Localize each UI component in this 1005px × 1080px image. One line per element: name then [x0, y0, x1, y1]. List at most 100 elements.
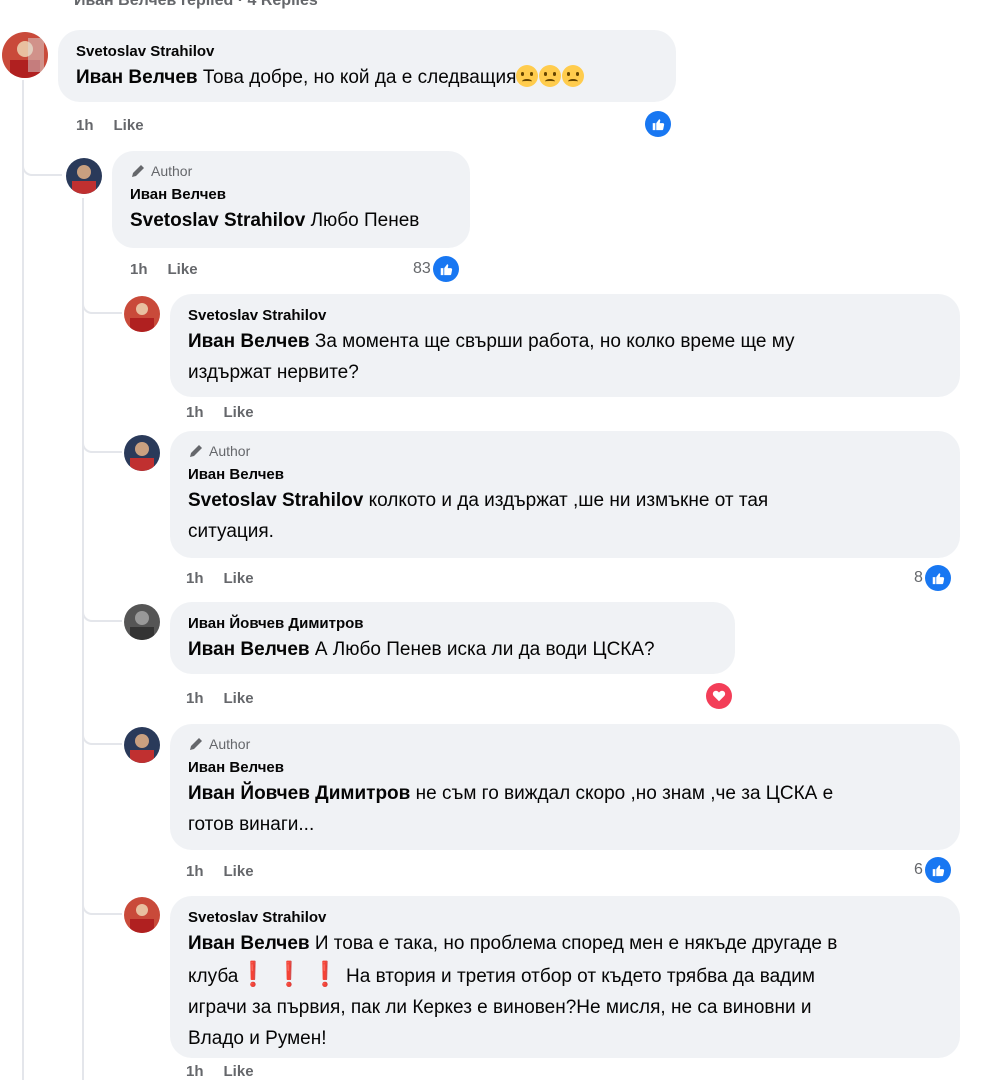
- reaction-summary[interactable]: 8: [914, 565, 951, 591]
- mention-link[interactable]: Иван Велчев: [188, 933, 310, 954]
- like-button[interactable]: Like: [224, 404, 254, 421]
- reaction-summary[interactable]: [706, 683, 732, 709]
- comment-bubble: Svetoslav Strahilov Иван Велчев Това доб…: [58, 30, 676, 102]
- like-button[interactable]: Like: [114, 117, 144, 134]
- comment-author-name[interactable]: Svetoslav Strahilov: [76, 42, 658, 62]
- comment-text-line: клуба❗❗❗На втория и третия отбор от къде…: [188, 959, 942, 992]
- mention-link[interactable]: Svetoslav Strahilov: [188, 490, 363, 511]
- comment-body: За момента ще свърши работа, но колко вр…: [314, 331, 795, 352]
- comment-actions: 1h Like: [186, 404, 254, 421]
- pen-icon: [190, 445, 202, 457]
- comment-body: Това добре, но кой да е следващия: [202, 67, 517, 88]
- comment-bubble: Author Иван Велчев Иван Йовчев Димитров …: [170, 724, 960, 850]
- reaction-count: 83: [413, 260, 431, 277]
- mention-link[interactable]: Иван Велчев: [188, 639, 310, 660]
- comment-timestamp[interactable]: 1h: [186, 570, 204, 587]
- reaction-summary[interactable]: [645, 111, 671, 137]
- reaction-summary[interactable]: 6: [914, 857, 951, 883]
- reaction-summary[interactable]: 83: [413, 256, 459, 282]
- comment-text: Svetoslav Strahilov Любо Пенев: [130, 205, 452, 236]
- comment-author-name[interactable]: Иван Велчев: [188, 465, 942, 485]
- comment-text-fragment: На втория и третия отбор от където трябв…: [346, 966, 815, 987]
- comment-body: не съм го виждал скоро ,но знам ,че за Ц…: [415, 783, 834, 804]
- comment-body: Любо Пенев: [310, 210, 420, 231]
- avatar[interactable]: [124, 727, 160, 763]
- thread-branch: [82, 897, 122, 915]
- thread-branch: [82, 727, 122, 745]
- comment-actions: 1h Like: [76, 117, 144, 134]
- like-button[interactable]: Like: [224, 1063, 254, 1080]
- author-badge: Author: [188, 736, 942, 752]
- comment-text-line: издържат нервите?: [188, 362, 359, 383]
- avatar[interactable]: [124, 435, 160, 471]
- comment-timestamp[interactable]: 1h: [186, 1063, 204, 1080]
- comment-text-line: играчи за първия, пак ли Керкез е винове…: [188, 997, 812, 1018]
- comment-timestamp[interactable]: 1h: [130, 261, 148, 278]
- like-button[interactable]: Like: [224, 690, 254, 707]
- comment-text: Иван Велчев За момента ще свърши работа,…: [188, 326, 942, 357]
- replies-summary[interactable]: Иван Велчев replied · 4 Replies: [74, 0, 318, 10]
- comment-actions: 1h Like: [186, 863, 254, 880]
- reaction-count: 6: [914, 861, 923, 878]
- avatar[interactable]: [124, 604, 160, 640]
- author-badge: Author: [130, 163, 452, 179]
- mention-link[interactable]: Svetoslav Strahilov: [130, 210, 305, 231]
- comment-bubble: Author Иван Велчев Svetoslav Strahilov к…: [170, 431, 960, 558]
- comment-timestamp[interactable]: 1h: [186, 404, 204, 421]
- comment-bubble: Author Иван Велчев Svetoslav Strahilov Л…: [112, 151, 470, 248]
- pen-icon: [190, 738, 202, 750]
- like-reaction-icon: [924, 857, 951, 883]
- avatar[interactable]: [124, 897, 160, 933]
- comment-author-name[interactable]: Иван Йовчев Димитров: [188, 614, 717, 634]
- like-button[interactable]: Like: [224, 863, 254, 880]
- thinking-emoji-icon: [539, 65, 562, 87]
- reaction-count: 8: [914, 569, 923, 586]
- comment-author-name[interactable]: Svetoslav Strahilov: [188, 306, 942, 326]
- like-reaction-icon: [645, 111, 671, 137]
- thinking-emoji-icon: [516, 65, 539, 87]
- author-badge: Author: [188, 443, 942, 459]
- comment-bubble: Svetoslav Strahilov Иван Велчев За момен…: [170, 294, 960, 397]
- thread-branch: [22, 158, 62, 176]
- avatar[interactable]: [124, 296, 160, 332]
- comment-bubble: Иван Йовчев Димитров Иван Велчев А Любо …: [170, 602, 735, 674]
- mention-link[interactable]: Иван Велчев: [76, 67, 198, 88]
- author-badge-label: Author: [209, 736, 251, 752]
- like-reaction-icon: [924, 565, 951, 591]
- comment-author-name[interactable]: Иван Велчев: [130, 185, 452, 205]
- comment-timestamp[interactable]: 1h: [76, 117, 94, 134]
- mention-link[interactable]: Иван Велчев: [188, 331, 310, 352]
- thinking-emoji-icon: [562, 65, 585, 87]
- comment-text-line: ситуация.: [188, 521, 274, 542]
- thread-branch: [82, 435, 122, 453]
- avatar[interactable]: [2, 32, 48, 78]
- avatar[interactable]: [66, 158, 102, 194]
- comment-text: Иван Велчев И това е така, но проблема с…: [188, 928, 942, 959]
- comment-text: Иван Велчев А Любо Пенев иска ли да води…: [188, 634, 717, 665]
- exclamation-emoji-icon: ❗❗❗: [238, 961, 346, 988]
- like-button[interactable]: Like: [224, 570, 254, 587]
- comment-text-line: готов винаги...: [188, 814, 315, 835]
- comment-author-name[interactable]: Иван Велчев: [188, 758, 942, 778]
- comment-author-name[interactable]: Svetoslav Strahilov: [188, 908, 942, 928]
- mention-link[interactable]: Иван Йовчев Димитров: [188, 783, 410, 804]
- comment-timestamp[interactable]: 1h: [186, 863, 204, 880]
- thread-line-sub: [82, 198, 84, 1080]
- comment-actions: 1h Like: [130, 261, 198, 278]
- comment-text-fragment: клуба: [188, 966, 239, 987]
- like-reaction-icon: [432, 256, 459, 282]
- comment-actions: 1h Like: [186, 690, 254, 707]
- comment-timestamp[interactable]: 1h: [186, 690, 204, 707]
- comment-text: Иван Велчев Това добре, но кой да е след…: [76, 62, 658, 93]
- comment-actions: 1h Like: [186, 1063, 254, 1080]
- heart-reaction-icon: [706, 683, 732, 709]
- thread-branch: [82, 296, 122, 314]
- comment-body: И това е така, но проблема според мен е …: [314, 933, 838, 954]
- comment-bubble: Svetoslav Strahilov Иван Велчев И това е…: [170, 896, 960, 1058]
- comment-text: Svetoslav Strahilov колкото и да издържа…: [188, 485, 942, 516]
- pen-icon: [132, 165, 144, 177]
- comment-actions: 1h Like: [186, 570, 254, 587]
- like-button[interactable]: Like: [168, 261, 198, 278]
- comment-text: Иван Йовчев Димитров не съм го виждал ск…: [188, 778, 942, 809]
- author-badge-label: Author: [209, 443, 251, 459]
